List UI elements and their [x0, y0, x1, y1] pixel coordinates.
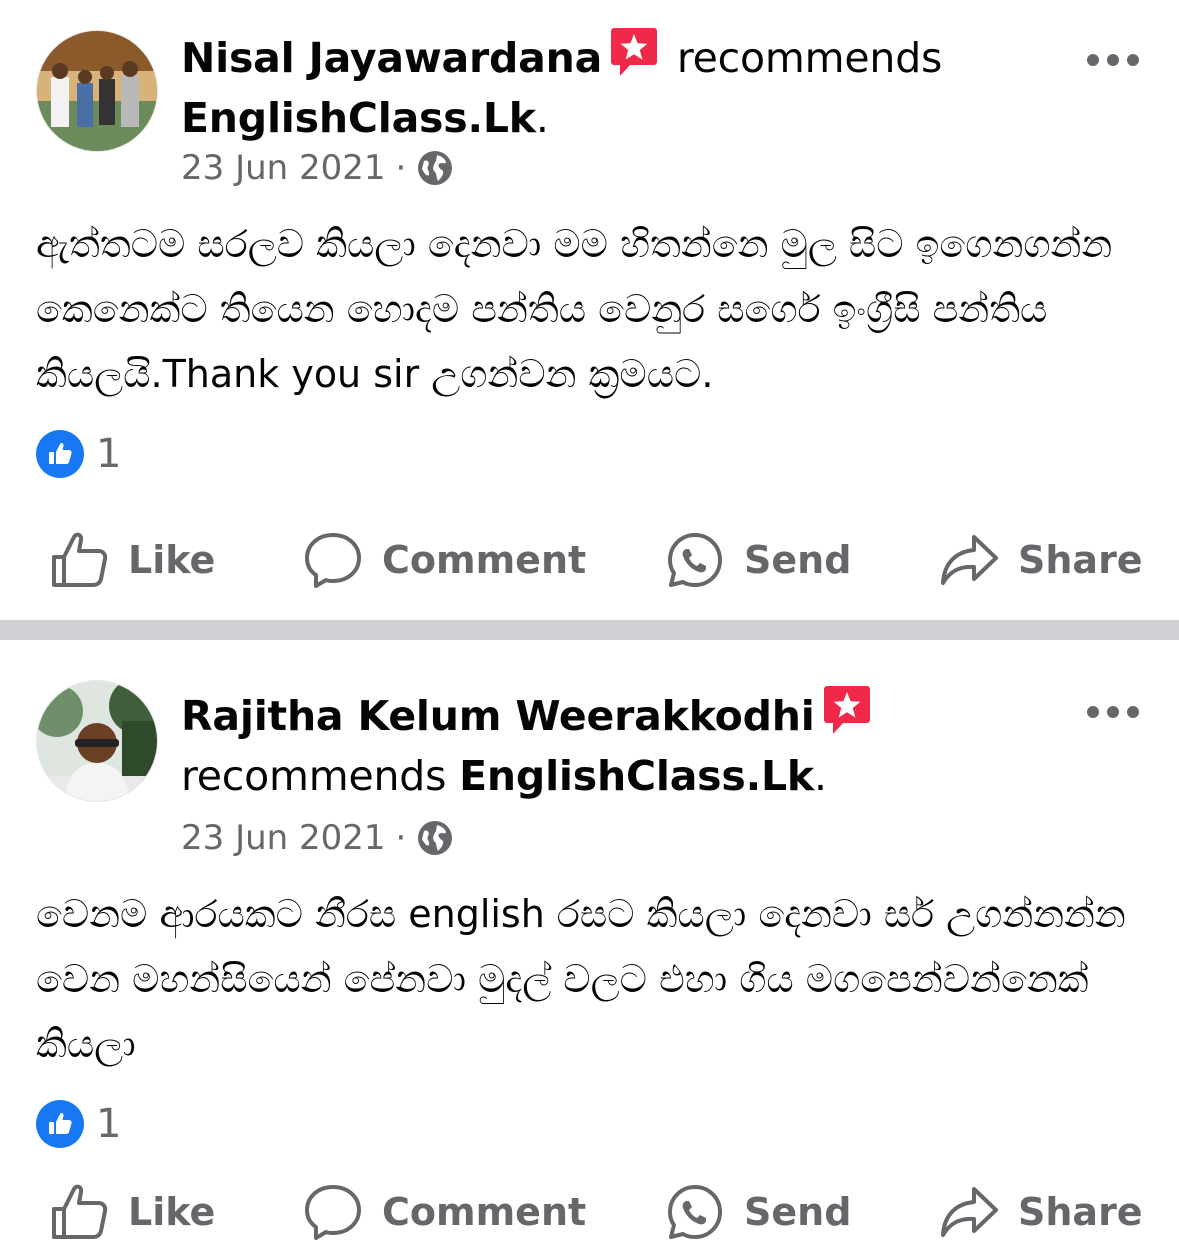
comment-label: Comment — [382, 1190, 587, 1234]
comment-button[interactable]: Comment — [304, 525, 586, 595]
post-card: Rajitha Kelum Weerakkodhi recommends Eng… — [0, 640, 1179, 1257]
post-meta: 23 Jun 2021 · — [181, 816, 454, 860]
post-header: Nisal Jayawardana recommends EnglishClas… — [181, 26, 1041, 148]
more-options-icon[interactable] — [1087, 702, 1139, 722]
send-label: Send — [744, 538, 852, 582]
author-name[interactable]: Nisal Jayawardana — [181, 34, 602, 82]
page-name-link[interactable]: EnglishClass.Lk — [181, 94, 536, 142]
action-bar: Like Comment Send Share — [0, 1177, 1179, 1247]
recommends-text: recommends — [181, 752, 447, 800]
avatar-photo — [37, 681, 157, 801]
recommends-text: recommends — [676, 34, 943, 82]
post-body: වෙනම ආරයකට නීරස english රසට කියලා දෙනවා … — [36, 892, 1126, 1066]
author-avatar[interactable] — [36, 30, 158, 152]
messenger-icon — [668, 1185, 722, 1239]
post-card: Nisal Jayawardana recommends EnglishClas… — [0, 0, 1179, 620]
action-bar: Like Comment Send Share — [0, 525, 1179, 595]
send-label: Send — [744, 1190, 852, 1234]
post-meta: 23 Jun 2021 · — [181, 146, 454, 190]
page-name-link[interactable]: EnglishClass.Lk — [459, 752, 814, 800]
share-arrow-icon — [941, 1187, 998, 1237]
send-button[interactable]: Send — [666, 1177, 851, 1247]
like-label: Like — [128, 538, 216, 582]
comment-button[interactable]: Comment — [304, 1177, 586, 1247]
post-body: ඇත්තටම සරලව කියලා දෙනවා මම හිතන්නෙ මුල ස… — [36, 222, 1113, 396]
share-button[interactable]: Share — [940, 1177, 1143, 1247]
like-label: Like — [128, 1190, 216, 1234]
comment-label: Comment — [382, 538, 587, 582]
reaction-summary[interactable]: 1 — [36, 430, 121, 478]
comment-bubble-icon — [305, 1185, 361, 1240]
globe-icon — [416, 819, 454, 857]
globe-icon — [416, 149, 454, 187]
like-button[interactable]: Like — [50, 1177, 215, 1247]
messenger-icon — [668, 533, 722, 587]
thumbs-up-icon — [36, 430, 84, 478]
share-label: Share — [1018, 538, 1143, 582]
thumbs-up-icon — [36, 1100, 84, 1148]
more-options-icon[interactable] — [1087, 50, 1139, 70]
send-button[interactable]: Send — [666, 525, 851, 595]
meta-separator: · — [395, 818, 407, 858]
recommendation-star-icon — [823, 684, 871, 736]
share-label: Share — [1018, 1190, 1143, 1234]
meta-separator: · — [395, 148, 407, 188]
post-date[interactable]: 23 Jun 2021 — [181, 146, 386, 190]
like-button[interactable]: Like — [50, 525, 215, 595]
thumbs-up-outline-icon — [52, 1184, 108, 1239]
period: . — [813, 752, 827, 800]
like-count: 1 — [96, 431, 122, 477]
like-count: 1 — [96, 1101, 122, 1147]
period: . — [535, 94, 549, 142]
thumbs-up-outline-icon — [52, 532, 108, 587]
post-divider — [0, 620, 1179, 640]
share-button[interactable]: Share — [940, 525, 1143, 595]
post-header: Rajitha Kelum Weerakkodhi recommends Eng… — [181, 684, 1041, 806]
comment-bubble-icon — [305, 533, 361, 588]
share-arrow-icon — [941, 535, 998, 585]
author-avatar[interactable] — [36, 680, 158, 802]
recommendation-star-icon — [610, 26, 658, 78]
post-date[interactable]: 23 Jun 2021 — [181, 816, 386, 860]
author-name[interactable]: Rajitha Kelum Weerakkodhi — [181, 692, 815, 740]
avatar-photo — [37, 31, 157, 151]
reaction-summary[interactable]: 1 — [36, 1100, 121, 1148]
